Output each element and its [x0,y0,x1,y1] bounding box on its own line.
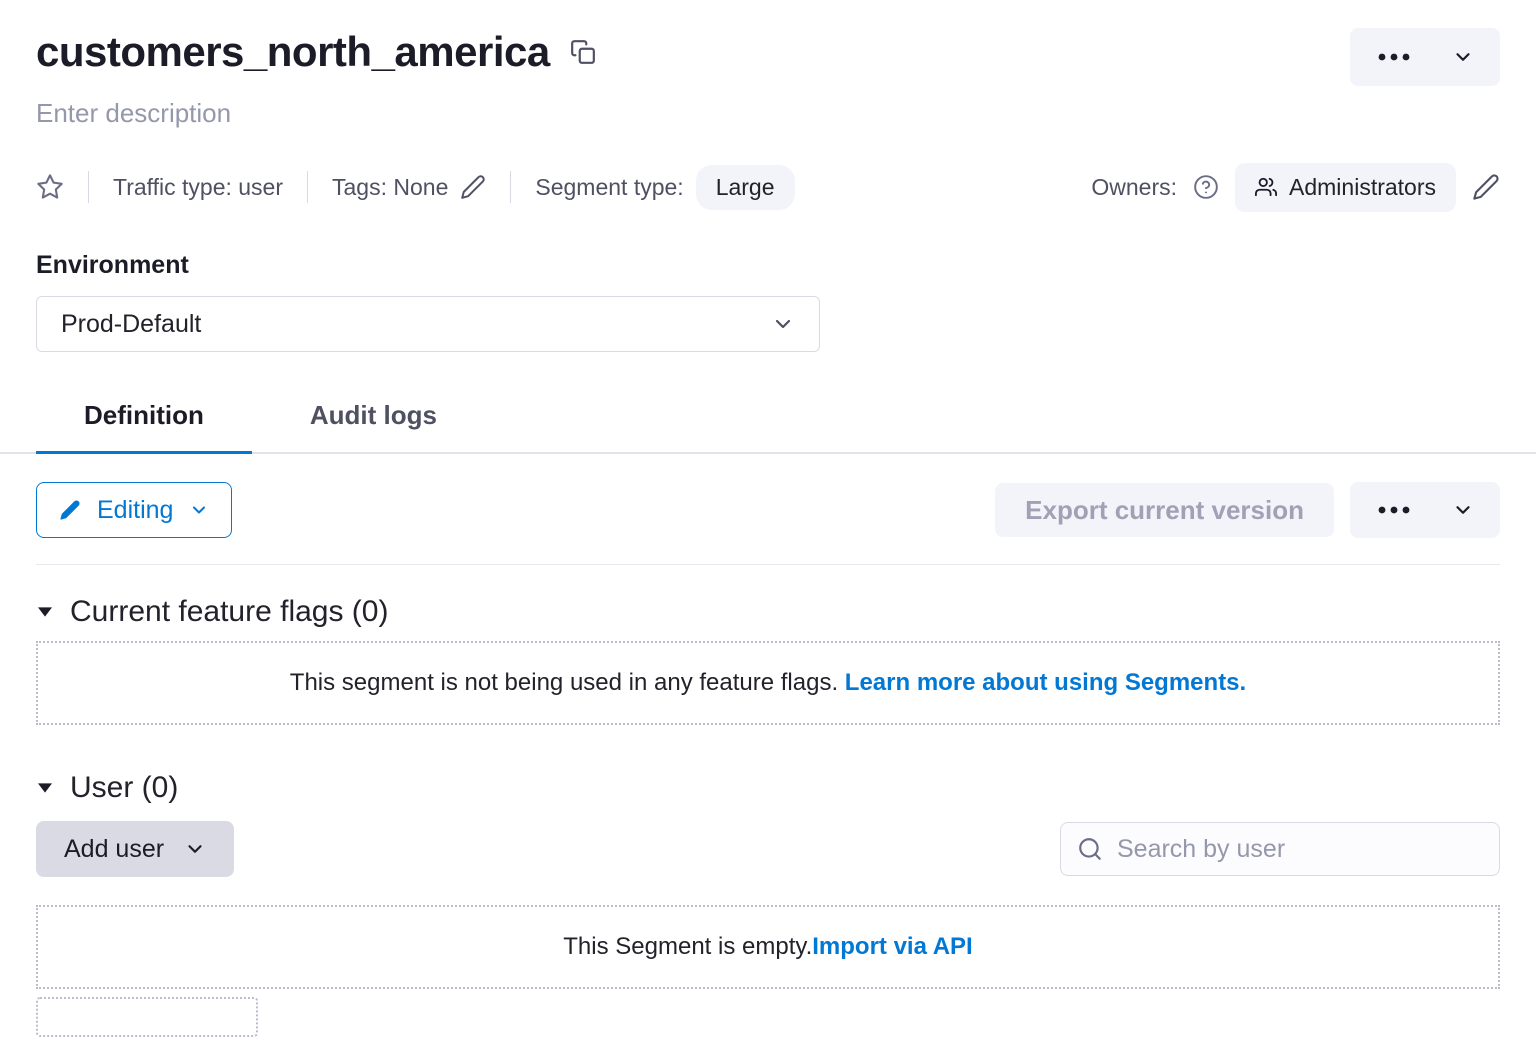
pencil-icon [460,174,486,200]
metadata-row: Traffic type: user Tags: None Segment ty… [36,165,1500,209]
feature-flags-section-toggle[interactable]: Current feature flags (0) [36,595,1500,629]
search-icon [1077,836,1103,862]
learn-more-segments-link[interactable]: Learn more about using Segments. [845,669,1246,696]
feature-flags-section-title: Current feature flags (0) [70,595,388,629]
more-options-button[interactable] [1356,482,1432,538]
definition-toolbar: Editing Export current version [36,482,1500,538]
user-toolbar: Add user [36,821,1500,877]
chevron-down-icon [189,500,209,520]
header-actions-button[interactable] [1350,28,1500,86]
divider [88,171,89,203]
more-options-button[interactable] [1356,28,1432,86]
definition-actions-button[interactable] [1350,482,1500,538]
import-via-api-link[interactable]: Import via API [812,933,972,960]
caret-down-icon [36,605,54,619]
divider [36,564,1500,565]
add-user-label: Add user [64,835,164,864]
environment-select[interactable]: Prod-Default [36,296,820,352]
user-empty-state: This Segment is empty.Import via API [36,905,1500,989]
environment-label: Environment [36,251,1500,280]
chevron-down-icon [1452,46,1474,68]
more-options-icon [1376,52,1412,62]
header-actions-dropdown-button[interactable] [1432,28,1494,86]
tags-label: Tags: None [332,174,448,201]
tab-definition[interactable]: Definition [36,384,252,454]
owners-value: Administrators [1289,174,1436,201]
definition-actions-dropdown-button[interactable] [1432,482,1494,538]
caret-down-icon [36,781,54,795]
more-options-icon [1376,505,1412,515]
add-user-button[interactable]: Add user [36,821,234,877]
favorite-button[interactable] [36,173,64,201]
edit-tags-button[interactable] [460,174,486,200]
page-title: customers_north_america [36,28,550,76]
segment-type-badge: Large [696,165,795,210]
copy-name-button[interactable] [570,39,596,65]
user-search-box [1060,822,1500,876]
star-icon [36,173,64,201]
chevron-down-icon [1452,499,1474,521]
feature-flags-empty-state: This segment is not being used in any fe… [36,641,1500,725]
tabs-bar: Definition Audit logs [0,384,1536,454]
partial-dotted-element [36,997,258,1037]
pencil-icon [59,499,81,521]
export-current-version-button[interactable]: Export current version [995,483,1334,537]
pencil-icon [1472,173,1500,201]
user-search-input[interactable] [1115,834,1483,865]
user-section-toggle[interactable]: User (0) [36,771,1500,805]
description-placeholder[interactable]: Enter description [36,98,1500,129]
chevron-down-icon [771,312,795,336]
divider [510,171,511,203]
edit-owners-button[interactable] [1472,173,1500,201]
environment-selected-value: Prod-Default [61,310,201,339]
users-icon [1255,176,1277,198]
chevron-down-icon [184,838,206,860]
segment-type-label: Segment type: [535,174,683,201]
owners-label: Owners: [1091,174,1177,201]
divider [307,171,308,203]
help-circle-icon[interactable] [1193,174,1219,200]
user-empty-text: This Segment is empty. [563,933,812,960]
user-section-title: User (0) [70,771,178,805]
editing-label: Editing [97,496,173,525]
copy-icon [570,39,596,65]
editing-mode-button[interactable]: Editing [36,482,232,538]
feature-flags-empty-text: This segment is not being used in any fe… [290,669,845,696]
traffic-type-label: Traffic type: user [113,174,283,201]
owners-pill[interactable]: Administrators [1235,163,1456,212]
tab-audit-logs[interactable]: Audit logs [262,384,485,454]
page-header: customers_north_america Enter descriptio… [0,0,1536,352]
